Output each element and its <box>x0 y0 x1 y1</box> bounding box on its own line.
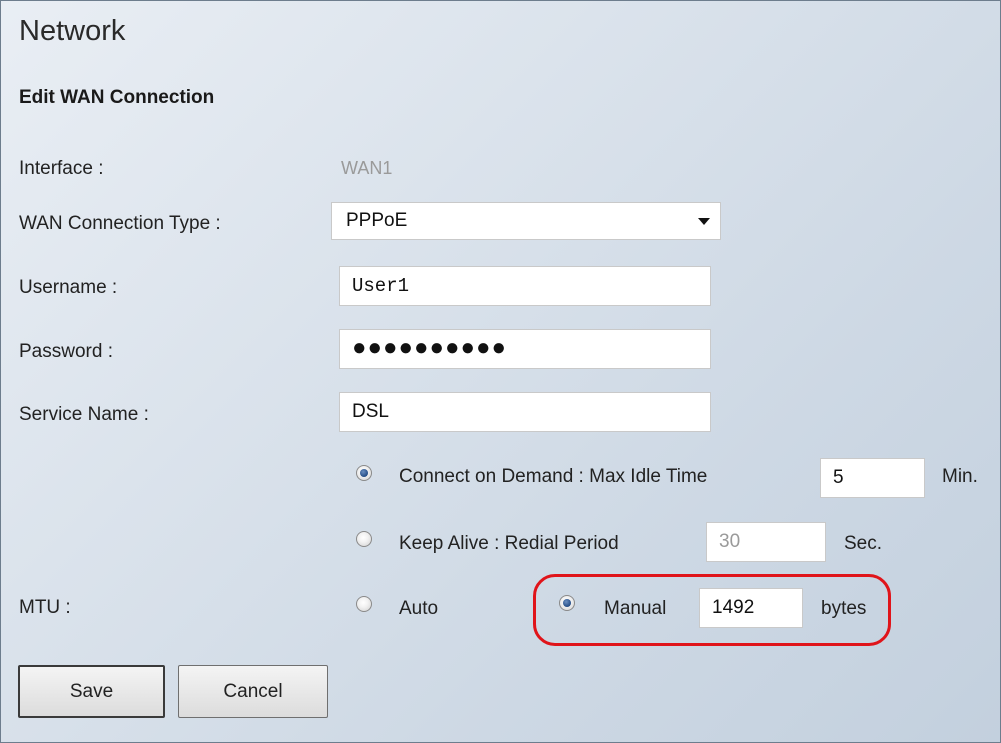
save-button[interactable]: Save <box>18 665 165 718</box>
password-label: Password : <box>19 341 113 362</box>
mtu-label: MTU : <box>19 597 71 618</box>
mtu-unit: bytes <box>821 598 867 619</box>
wan-connection-type-select[interactable]: PPPoE <box>331 202 721 240</box>
mtu-manual-radio[interactable] <box>559 595 575 611</box>
wan-connection-type-label: WAN Connection Type : <box>19 213 221 234</box>
interface-label: Interface : <box>19 158 104 179</box>
keep-alive-label: Keep Alive : Redial Period <box>399 533 619 554</box>
section-heading: Edit WAN Connection <box>19 87 215 108</box>
chevron-down-icon <box>698 218 710 225</box>
mtu-auto-radio[interactable] <box>356 596 372 612</box>
username-label: Username : <box>19 277 118 298</box>
page-title: Network <box>19 15 126 47</box>
service-name-input[interactable]: DSL <box>339 392 711 432</box>
service-name-label: Service Name : <box>19 404 149 425</box>
username-input[interactable]: User1 <box>339 266 711 306</box>
max-idle-time-unit: Min. <box>942 466 978 487</box>
password-input[interactable]: ●●●●●●●●●● <box>339 329 711 369</box>
interface-value: WAN1 <box>341 158 393 178</box>
connect-on-demand-label: Connect on Demand : Max Idle Time <box>399 466 708 487</box>
redial-period-unit: Sec. <box>844 533 883 554</box>
keep-alive-radio[interactable] <box>356 531 372 547</box>
wan-connection-type-value: PPPoE <box>346 210 408 231</box>
mtu-size-input[interactable]: 1492 <box>699 588 803 628</box>
mtu-manual-label: Manual <box>604 598 667 619</box>
cancel-button[interactable]: Cancel <box>178 665 328 718</box>
redial-period-input[interactable]: 30 <box>706 522 826 562</box>
network-panel: Network Edit WAN Connection Interface : … <box>0 0 1001 743</box>
mtu-auto-label: Auto <box>399 598 439 619</box>
connect-on-demand-radio[interactable] <box>356 465 372 481</box>
max-idle-time-input[interactable]: 5 <box>820 458 925 498</box>
